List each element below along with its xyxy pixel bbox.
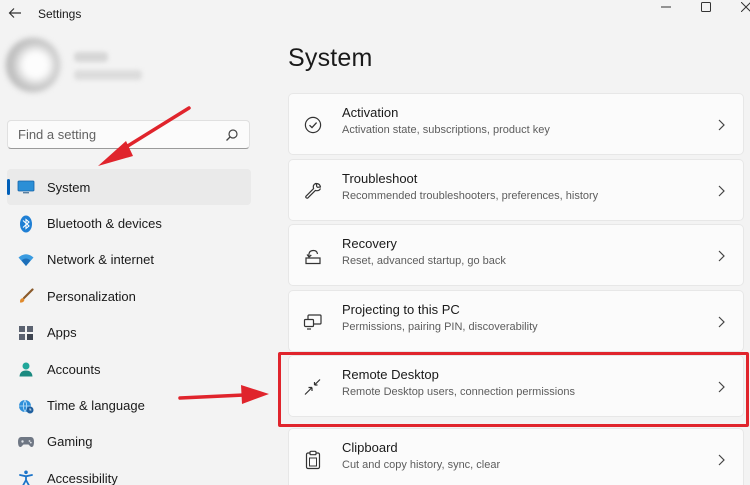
maximize-icon <box>701 2 711 12</box>
chevron-right-icon <box>716 249 726 263</box>
app-title: Settings <box>38 7 82 21</box>
globe-clock-icon <box>17 397 35 415</box>
back-button[interactable] <box>6 4 24 22</box>
card-clipboard[interactable]: Clipboard Cut and copy history, sync, cl… <box>288 428 744 485</box>
chevron-right-icon <box>716 118 726 132</box>
chevron-right-icon <box>716 453 726 467</box>
sidebar-item-accounts[interactable]: Accounts <box>7 351 251 387</box>
title-bar: Settings <box>0 0 750 28</box>
person-icon <box>17 360 35 378</box>
sidebar-item-label: Accounts <box>47 361 101 377</box>
sidebar-item-label: Personalization <box>47 288 136 304</box>
apps-grid-icon <box>17 324 35 342</box>
sidebar-item-time-language[interactable]: Time & language <box>7 387 251 423</box>
card-recovery[interactable]: Recovery Reset, advanced startup, go bac… <box>288 224 744 286</box>
card-subtitle: Activation state, subscriptions, product… <box>342 124 550 136</box>
sidebar-item-label: Apps <box>47 325 77 341</box>
gamepad-icon <box>17 433 35 451</box>
annotation-highlight-box <box>278 352 749 427</box>
card-title: Troubleshoot <box>342 170 418 186</box>
card-title: Recovery <box>342 236 397 251</box>
bluetooth-icon <box>17 215 35 233</box>
wifi-icon <box>17 251 35 269</box>
chevron-right-icon <box>716 315 726 329</box>
sidebar-item-label: Gaming <box>47 434 93 450</box>
sidebar-item-apps[interactable]: Apps <box>7 315 251 351</box>
page-title: System <box>288 44 373 72</box>
avatar[interactable] <box>6 38 60 92</box>
sidebar-item-label: Accessibility <box>47 470 118 485</box>
search-box[interactable] <box>7 120 250 149</box>
back-arrow-icon <box>8 8 21 18</box>
sidebar-item-label: Network & internet <box>47 252 154 268</box>
card-title: Clipboard <box>342 440 398 455</box>
card-projecting[interactable]: Projecting to this PC Permissions, pairi… <box>288 289 744 352</box>
card-subtitle: Cut and copy history, sync, clear <box>342 459 501 471</box>
card-activation[interactable]: Activation Activation state, subscriptio… <box>288 93 744 155</box>
user-email-blurred <box>74 70 142 80</box>
projector-icon <box>303 312 323 332</box>
minimize-icon <box>661 6 671 8</box>
sidebar-item-personalization[interactable]: Personalization <box>7 278 251 314</box>
card-title: Projecting to this PC <box>342 301 460 317</box>
maximize-button[interactable] <box>694 0 718 14</box>
card-subtitle: Recommended troubleshooters, preferences… <box>342 189 599 202</box>
sidebar-item-gaming[interactable]: Gaming <box>7 424 251 460</box>
sidebar-item-label: System <box>47 179 91 195</box>
user-name-blurred <box>74 52 108 62</box>
wrench-icon <box>303 181 323 201</box>
close-button[interactable] <box>734 0 750 14</box>
close-icon <box>741 2 750 12</box>
sidebar-item-network[interactable]: Network & internet <box>7 242 251 278</box>
check-circle-icon <box>303 115 323 135</box>
card-subtitle: Reset, advanced startup, go back <box>342 255 506 267</box>
chevron-right-icon <box>716 184 726 198</box>
sidebar-item-label: Time & language <box>47 398 145 414</box>
card-subtitle: Permissions, pairing PIN, discoverabilit… <box>342 320 538 333</box>
clipboard-icon <box>303 450 323 470</box>
sidebar-item-bluetooth[interactable]: Bluetooth & devices <box>7 205 251 241</box>
sidebar-item-accessibility[interactable]: Accessibility <box>7 460 251 485</box>
sidebar-item-label: Bluetooth & devices <box>47 216 162 232</box>
accessibility-icon <box>17 469 35 485</box>
card-title: Activation <box>342 105 399 120</box>
sidebar-nav: System Bluetooth & devices Network & int… <box>7 169 251 485</box>
minimize-button[interactable] <box>654 0 678 14</box>
paintbrush-icon <box>17 287 35 305</box>
card-troubleshoot[interactable]: Troubleshoot Recommended troubleshooters… <box>288 158 744 221</box>
sidebar-item-system[interactable]: System <box>7 169 251 206</box>
system-monitor-icon <box>17 178 35 196</box>
search-icon[interactable] <box>225 128 239 142</box>
recovery-icon <box>303 246 323 266</box>
search-input[interactable] <box>8 127 218 142</box>
